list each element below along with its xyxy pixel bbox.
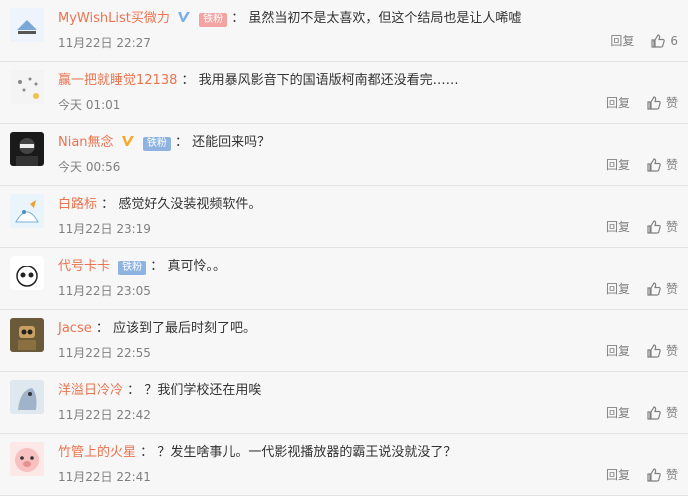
avatar[interactable]: [10, 380, 44, 414]
colon: ：: [174, 135, 188, 150]
colon: ：: [95, 321, 109, 336]
username[interactable]: 竹管上的火星: [58, 445, 136, 460]
comment-item: MyWishList买微力 铁粉 ： 虽然当初不是太喜欢，但这个结局也是让人唏嘘…: [0, 0, 688, 62]
comment-text: 应该到了最后时刻了吧。: [113, 321, 257, 336]
comment-item: 白路标 ： 感觉好久没装视频软件。 11月22日 23:19 回复 赞: [0, 186, 688, 248]
colon: ：: [181, 73, 195, 88]
like-button[interactable]: 赞: [646, 280, 678, 297]
reply-button[interactable]: 回复: [606, 94, 630, 111]
thumbs-up-icon: [647, 157, 661, 172]
colon: ：: [140, 445, 154, 460]
comment-text: 还能回来吗？: [192, 135, 271, 150]
comment-list: MyWishList买微力 铁粉 ： 虽然当初不是太喜欢，但这个结局也是让人唏嘘…: [0, 0, 688, 496]
reply-button[interactable]: 回复: [606, 466, 630, 483]
comment-time: 今天 01:01: [58, 98, 121, 112]
colon: ：: [150, 259, 164, 274]
like-button[interactable]: 赞: [646, 404, 678, 421]
fan-badge: 铁粉: [142, 137, 171, 151]
like-button[interactable]: 赞: [646, 94, 678, 111]
comment-text: 我用暴风影音下的国语版柯南都还没看完……: [198, 73, 459, 88]
comment-item: 洋溢日冷冷 ： ？我们学校还在用唉 11月22日 22:42 回复 赞: [0, 372, 688, 434]
username[interactable]: Jacse: [58, 321, 92, 336]
reply-button[interactable]: 回复: [610, 32, 634, 49]
avatar[interactable]: [10, 318, 44, 352]
like-button[interactable]: 赞: [646, 466, 678, 483]
like-label: 赞: [665, 96, 678, 110]
verified-icon: [177, 10, 191, 31]
avatar[interactable]: [10, 8, 44, 42]
like-button[interactable]: 赞: [646, 156, 678, 173]
colon: ：: [101, 197, 115, 212]
username[interactable]: MyWishList买微力: [58, 11, 170, 26]
reply-button[interactable]: 回复: [606, 280, 630, 297]
comment-time: 今天 00:56: [58, 160, 121, 174]
like-label: 赞: [665, 344, 678, 358]
avatar[interactable]: [10, 442, 44, 476]
comment-text: 感觉好久没装视频软件。: [118, 197, 262, 212]
thumbs-up-icon: [647, 281, 661, 296]
username[interactable]: 赢一把就睡觉12138: [58, 73, 177, 88]
comment-time: 11月22日 22:41: [58, 470, 151, 484]
username[interactable]: 代号卡卡: [58, 259, 110, 274]
comment-item: Jacse ： 应该到了最后时刻了吧。 11月22日 22:55 回复 赞: [0, 310, 688, 372]
comment-text: ？我们学校还在用唉: [144, 383, 262, 398]
comment-text: 虽然当初不是太喜欢，但这个结局也是让人唏嘘: [248, 11, 522, 26]
comment-time: 11月22日 22:27: [58, 36, 151, 50]
fan-badge: 铁粉: [199, 13, 228, 27]
reply-button[interactable]: 回复: [606, 218, 630, 235]
comment-text: ？发生啥事儿。一代影视播放器的霸王说没就没了？: [157, 445, 457, 460]
comment-time: 11月22日 22:55: [58, 346, 151, 360]
avatar[interactable]: [10, 70, 44, 104]
username[interactable]: Nian無念: [58, 135, 114, 150]
username[interactable]: 洋溢日冷冷: [58, 383, 123, 398]
avatar[interactable]: [10, 132, 44, 166]
thumbs-up-icon: [647, 405, 661, 420]
reply-button[interactable]: 回复: [606, 404, 630, 421]
like-button[interactable]: 6: [650, 33, 678, 49]
like-button[interactable]: 赞: [646, 218, 678, 235]
like-label: 赞: [665, 406, 678, 420]
comment-item: Nian無念 铁粉 ： 还能回来吗？ 今天 00:56 回复 赞: [0, 124, 688, 186]
avatar[interactable]: [10, 256, 44, 290]
comment-item: 竹管上的火星 ： ？发生啥事儿。一代影视播放器的霸王说没就没了？ 11月22日 …: [0, 434, 688, 496]
like-label: 赞: [665, 468, 678, 482]
like-count: 6: [670, 33, 678, 48]
thumbs-up-icon: [651, 33, 666, 48]
reply-button[interactable]: 回复: [606, 342, 630, 359]
reply-button[interactable]: 回复: [606, 156, 630, 173]
thumbs-up-icon: [647, 343, 661, 358]
comment-item: 赢一把就睡觉12138 ： 我用暴风影音下的国语版柯南都还没看完…… 今天 01…: [0, 62, 688, 124]
comment-time: 11月22日 23:19: [58, 222, 151, 236]
username[interactable]: 白路标: [58, 197, 97, 212]
fan-badge: 铁粉: [118, 261, 147, 275]
like-button[interactable]: 赞: [646, 342, 678, 359]
verified-icon: [121, 134, 135, 155]
avatar[interactable]: [10, 194, 44, 228]
colon: ：: [231, 11, 245, 26]
comment-item: 代号卡卡 铁粉 ： 真可怜。。 11月22日 23:05 回复 赞: [0, 248, 688, 310]
comment-time: 11月22日 23:05: [58, 284, 151, 298]
thumbs-up-icon: [647, 95, 661, 110]
like-label: 赞: [665, 282, 678, 296]
like-label: 赞: [665, 220, 678, 234]
thumbs-up-icon: [647, 219, 661, 234]
comment-text: 真可怜。。: [167, 259, 226, 274]
colon: ：: [127, 383, 141, 398]
comment-time: 11月22日 22:42: [58, 408, 151, 422]
thumbs-up-icon: [647, 467, 661, 482]
like-label: 赞: [665, 158, 678, 172]
